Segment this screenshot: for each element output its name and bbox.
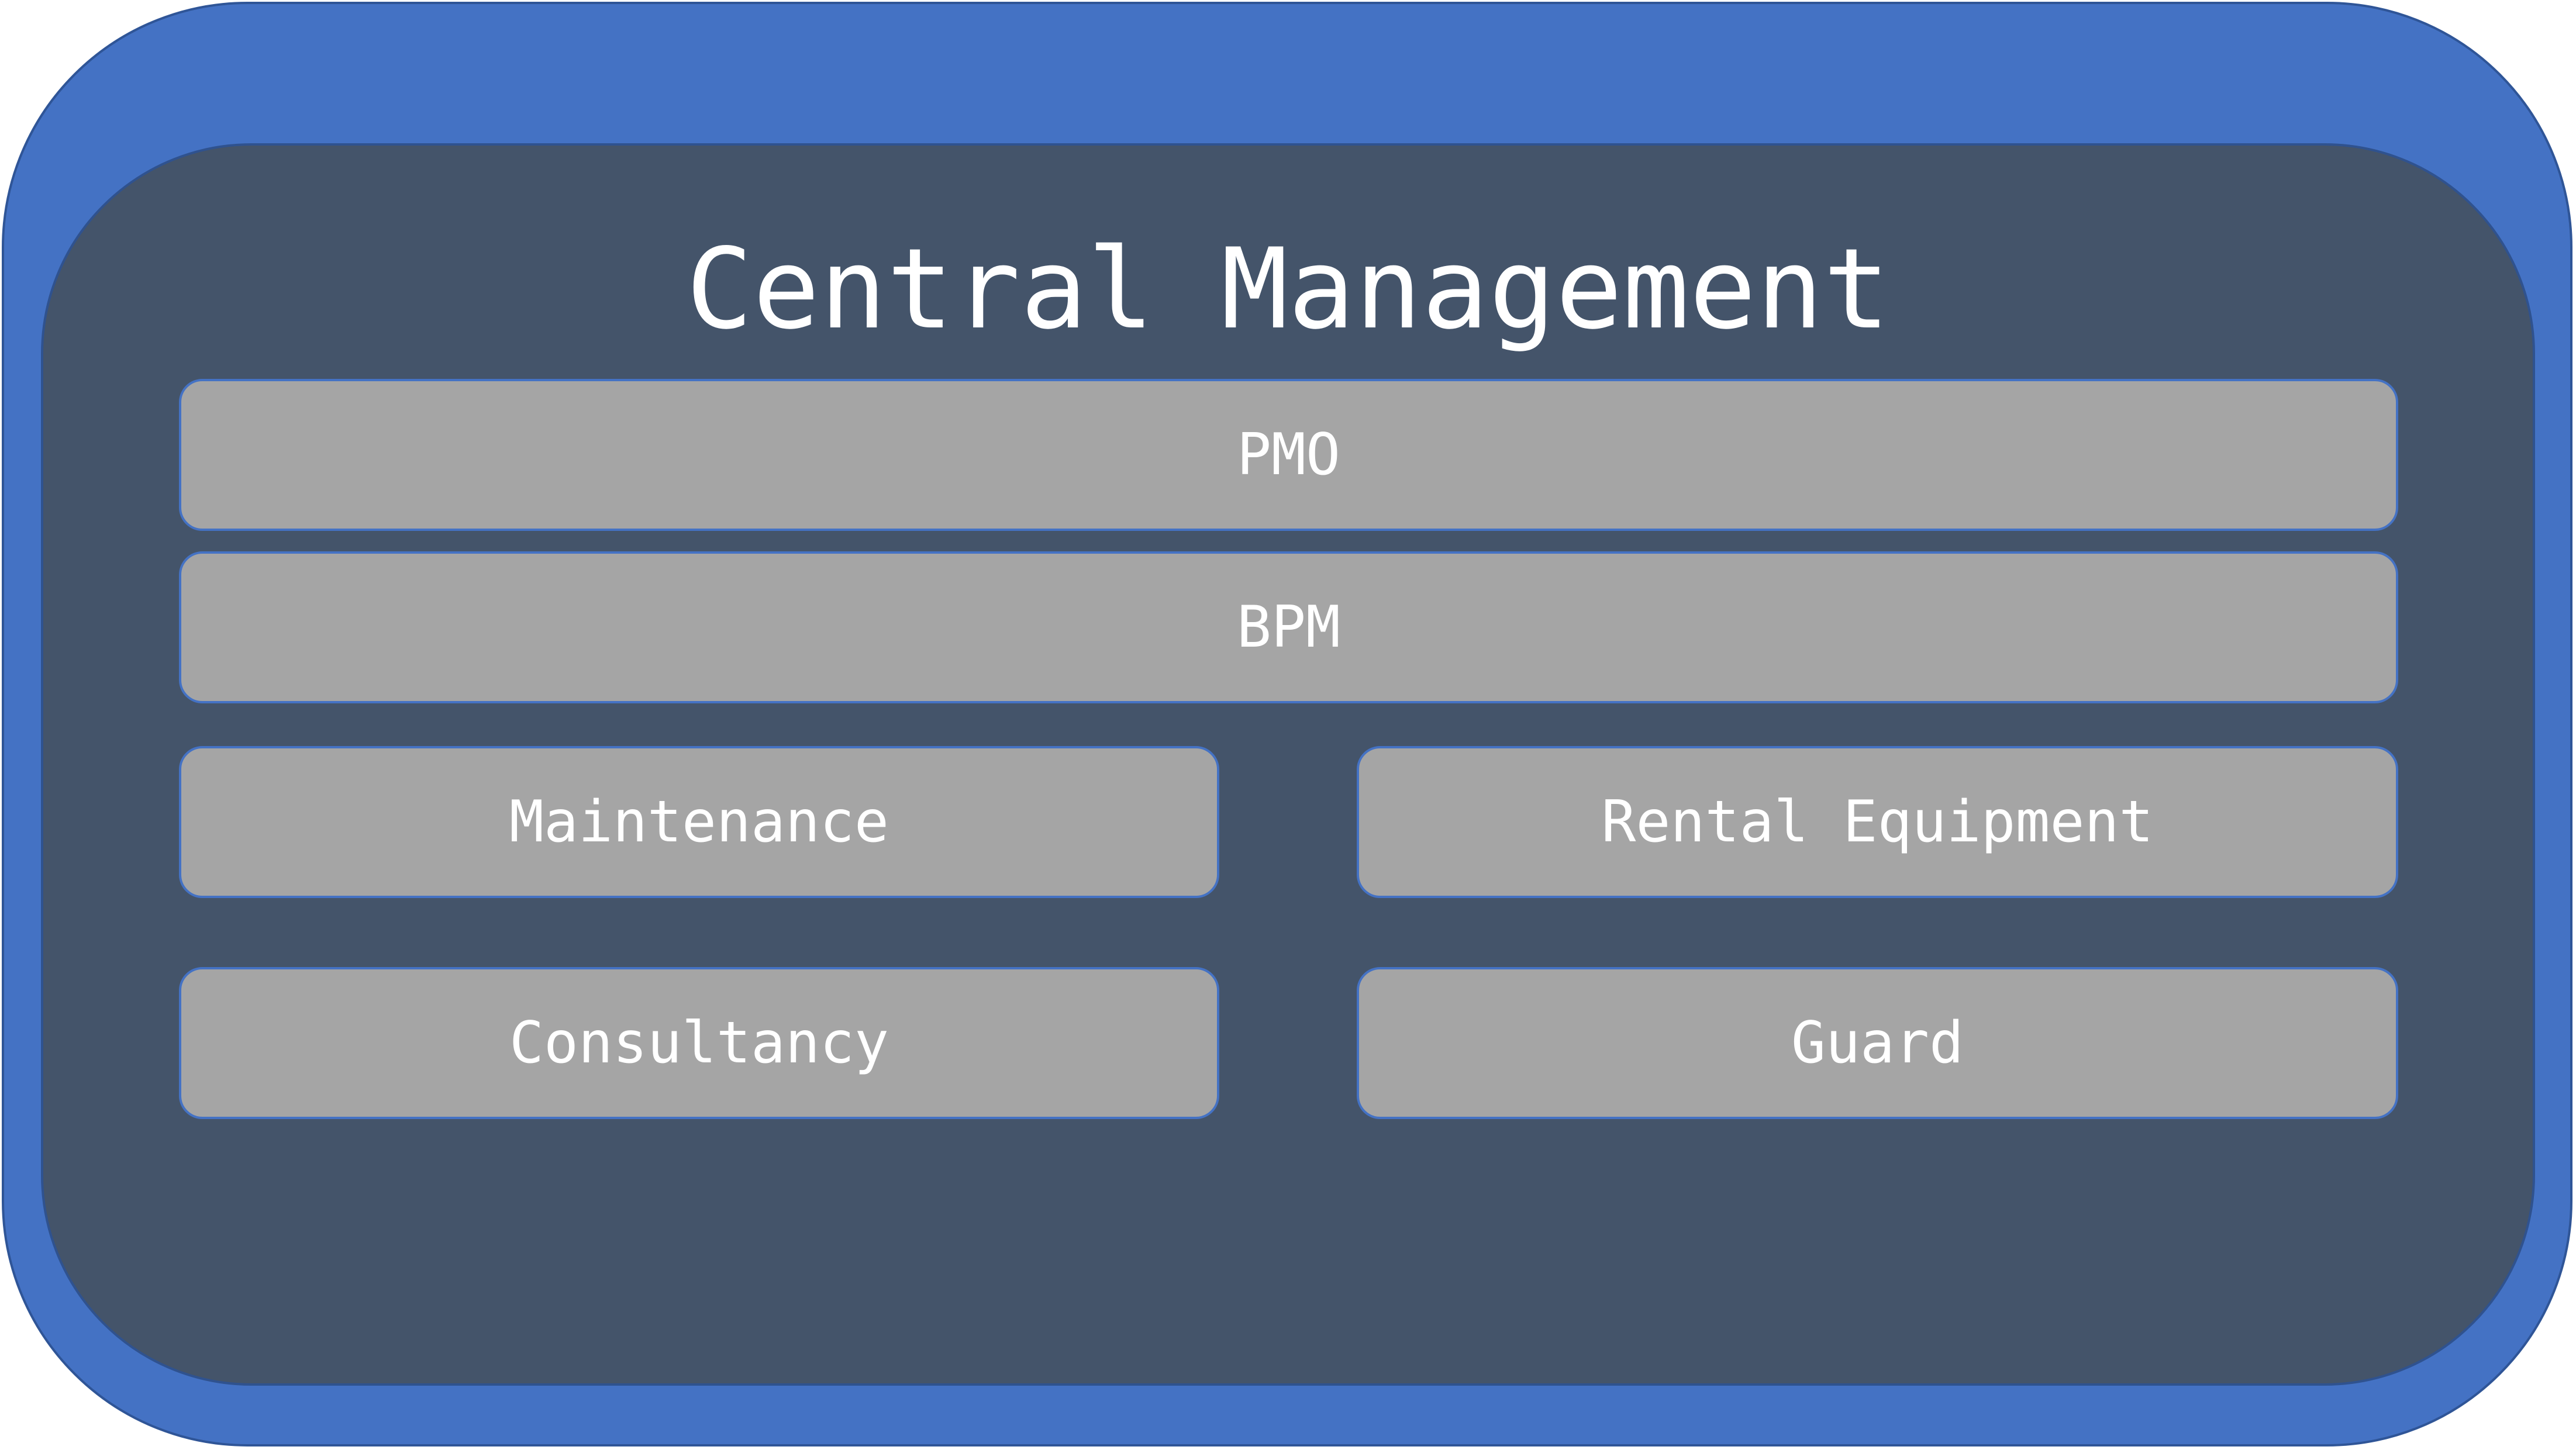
rental-equipment-label: Rental Equipment [1601, 789, 2154, 855]
maintenance-box: Maintenance [179, 746, 1219, 898]
guard-label: Guard [1791, 1010, 1964, 1076]
diagram-title: Central Management [685, 225, 1890, 354]
consultancy-box: Consultancy [179, 967, 1219, 1119]
consultancy-label: Consultancy [509, 1010, 889, 1076]
maintenance-label: Maintenance [509, 789, 889, 855]
bpm-box: BPM [179, 551, 2398, 703]
bpm-label: BPM [1236, 594, 1340, 661]
pmo-label: PMO [1236, 422, 1340, 488]
pmo-box: PMO [179, 379, 2398, 531]
rental-equipment-box: Rental Equipment [1357, 746, 2398, 898]
guard-box: Guard [1357, 967, 2398, 1119]
